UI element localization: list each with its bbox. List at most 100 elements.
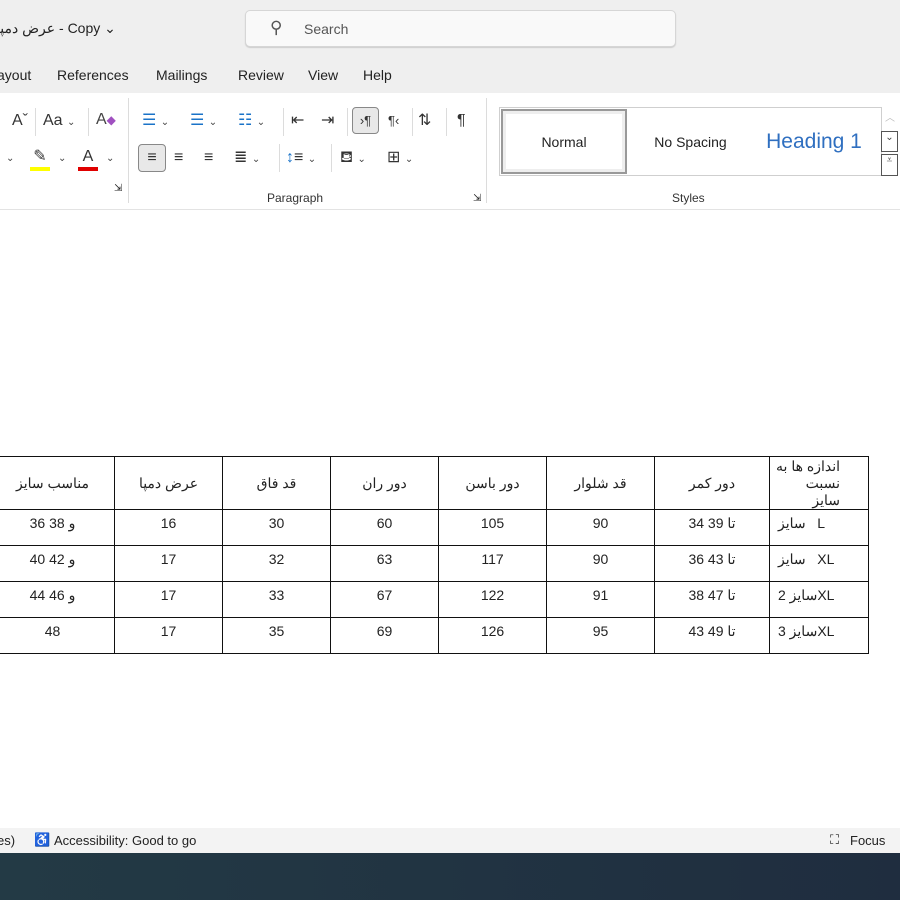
styles-more-icon[interactable]: ⩡ bbox=[881, 154, 898, 176]
style-normal[interactable]: Normal bbox=[501, 109, 627, 174]
table-cell: 43 تا 49 bbox=[654, 617, 770, 654]
divider bbox=[283, 108, 284, 136]
table-row: 36 و 38 16 30 60 105 90 34 تا 39 سایز L bbox=[0, 509, 869, 546]
styles-group-label: Styles bbox=[672, 191, 705, 205]
bullets-icon[interactable]: ☰ ⌄ bbox=[142, 111, 169, 133]
table-cell: 60 bbox=[330, 509, 439, 546]
header-cell: قد فاق bbox=[222, 456, 331, 510]
accessibility-status[interactable]: Accessibility: Good to go bbox=[54, 833, 196, 848]
borders-icon[interactable]: ⊞ ⌄ bbox=[387, 148, 413, 170]
table-cell: 48 bbox=[0, 617, 115, 654]
tab-help[interactable]: Help bbox=[363, 67, 392, 83]
table-cell: سایز XL bbox=[769, 545, 869, 582]
justify-icon[interactable]: ≣ ⌄ bbox=[234, 148, 260, 170]
styles-scroll-down-icon[interactable]: ⌄ bbox=[881, 131, 898, 152]
style-label: No Spacing bbox=[654, 133, 727, 150]
font-color-icon[interactable]: A bbox=[78, 147, 98, 171]
header-cell: قد شلوار bbox=[546, 456, 655, 510]
table-cell: سایز 2XL bbox=[769, 581, 869, 618]
chevron-down-icon[interactable]: ⌄ bbox=[106, 153, 114, 164]
tab-review[interactable]: Review bbox=[238, 67, 284, 83]
divider bbox=[128, 98, 129, 203]
ribbon: Aˇ Aa ⌄ A◆ ⌄ ✎ ⌄ A ⌄ ⇲ ☰ ⌄ ☰ ⌄ ☷ ⌄ ⇤ ⇥ ›… bbox=[0, 93, 900, 210]
increase-indent-icon[interactable]: ⇥ bbox=[321, 111, 334, 131]
numbering-icon[interactable]: ☰ ⌄ bbox=[190, 111, 217, 133]
chevron-down-icon[interactable]: ⌄ bbox=[58, 153, 66, 164]
show-formatting-marks-icon[interactable]: ¶ bbox=[457, 111, 466, 131]
style-heading-1[interactable]: Heading 1 bbox=[753, 108, 875, 175]
font-dialog-launcher-icon[interactable]: ⇲ bbox=[114, 183, 122, 194]
clear-formatting-icon[interactable]: A◆ bbox=[96, 110, 116, 130]
divider bbox=[35, 108, 36, 136]
size-table: مناسب سایز عرض دمپا قد فاق دور ران دور ب… bbox=[0, 456, 869, 654]
divider bbox=[486, 98, 487, 203]
focus-icon: ⛶ bbox=[830, 832, 840, 847]
table-cell: 122 bbox=[438, 581, 547, 618]
table-header-row: مناسب سایز عرض دمپا قد فاق دور ران دور ب… bbox=[0, 456, 869, 510]
header-cell: دور کمر bbox=[654, 456, 770, 510]
search-box[interactable]: ⚲ Search bbox=[245, 10, 676, 47]
tab-layout[interactable]: ayout bbox=[0, 67, 31, 83]
change-case-icon[interactable]: Aa ⌄ bbox=[43, 111, 75, 133]
table-cell: 17 bbox=[114, 545, 223, 582]
table-cell: 117 bbox=[438, 545, 547, 582]
table-cell: 34 تا 39 bbox=[654, 509, 770, 546]
table-cell: 44 و 46 bbox=[0, 581, 115, 618]
align-right-icon[interactable]: ≡ bbox=[204, 148, 213, 168]
divider bbox=[279, 144, 280, 172]
ribbon-tabs: ayout References Mailings Review View He… bbox=[0, 57, 900, 93]
table-cell: سایز 3XL bbox=[769, 617, 869, 654]
style-no-spacing[interactable]: No Spacing bbox=[628, 108, 753, 175]
sort-icon[interactable]: ⇅ bbox=[418, 111, 431, 131]
table-cell: 105 bbox=[438, 509, 547, 546]
header-cell: عرض دمپا bbox=[114, 456, 223, 510]
table-row: 44 و 46 17 33 67 122 91 38 تا 47 سایز 2XL bbox=[0, 581, 869, 618]
shrink-font-icon[interactable]: Aˇ bbox=[12, 111, 28, 131]
rtl-direction-icon[interactable]: ¶‹ bbox=[388, 111, 399, 131]
ltr-direction-icon[interactable]: ›¶ bbox=[352, 107, 379, 134]
table-row: 40 و 42 17 32 63 117 90 36 تا 43 سایز XL bbox=[0, 545, 869, 582]
header-cell: دور ران bbox=[330, 456, 439, 510]
table-cell: 17 bbox=[114, 617, 223, 654]
table-cell: 38 تا 47 bbox=[654, 581, 770, 618]
header-cell: مناسب سایز bbox=[0, 456, 115, 510]
focus-button[interactable]: Focus bbox=[850, 833, 885, 848]
document-title-text: عرض دمپا - Copy bbox=[0, 20, 101, 36]
table-cell: 90 bbox=[546, 545, 655, 582]
line-spacing-icon[interactable]: ↕≡ ⌄ bbox=[286, 148, 316, 170]
table-cell: 36 و 38 bbox=[0, 509, 115, 546]
header-cell: اندازه ها به نسبت سایز bbox=[769, 456, 869, 510]
search-icon: ⚲ bbox=[270, 18, 283, 37]
accessibility-icon: ♿ bbox=[34, 832, 51, 847]
table-cell: 40 و 42 bbox=[0, 545, 115, 582]
document-title[interactable]: عرض دمپا - Copy ⌄ bbox=[0, 20, 116, 37]
search-placeholder: Search bbox=[304, 21, 349, 37]
highlight-icon[interactable]: ✎ bbox=[30, 147, 50, 171]
align-left-icon[interactable]: ≡ bbox=[138, 144, 166, 172]
tab-mailings[interactable]: Mailings bbox=[156, 67, 207, 83]
shading-icon[interactable]: ⛾ ⌄ bbox=[340, 148, 366, 170]
paragraph-dialog-launcher-icon[interactable]: ⇲ bbox=[473, 193, 481, 204]
multilevel-list-icon[interactable]: ☷ ⌄ bbox=[238, 111, 265, 133]
styles-scroll-up-icon[interactable]: ︿ bbox=[882, 109, 898, 131]
tab-view[interactable]: View bbox=[308, 67, 338, 83]
chevron-down-icon[interactable]: ⌄ bbox=[6, 153, 14, 164]
table-cell: 35 bbox=[222, 617, 331, 654]
tab-references[interactable]: References bbox=[57, 67, 129, 83]
align-center-icon[interactable]: ≡ bbox=[174, 148, 183, 168]
table-cell: 30 bbox=[222, 509, 331, 546]
header-cell: دور باسن bbox=[438, 456, 547, 510]
divider bbox=[331, 144, 332, 172]
style-label: Normal bbox=[541, 133, 587, 150]
divider bbox=[88, 108, 89, 136]
table-cell: 36 تا 43 bbox=[654, 545, 770, 582]
table-cell: 95 bbox=[546, 617, 655, 654]
table-cell: 91 bbox=[546, 581, 655, 618]
chevron-down-icon: ⌄ bbox=[104, 20, 116, 36]
decrease-indent-icon[interactable]: ⇤ bbox=[291, 111, 304, 131]
table-row: 48 17 35 69 126 95 43 تا 49 سایز 3XL bbox=[0, 617, 869, 654]
table-cell: 67 bbox=[330, 581, 439, 618]
title-bar: عرض دمپا - Copy ⌄ ⚲ Search bbox=[0, 0, 900, 57]
divider bbox=[347, 108, 348, 136]
table-cell: سایز L bbox=[769, 509, 869, 546]
